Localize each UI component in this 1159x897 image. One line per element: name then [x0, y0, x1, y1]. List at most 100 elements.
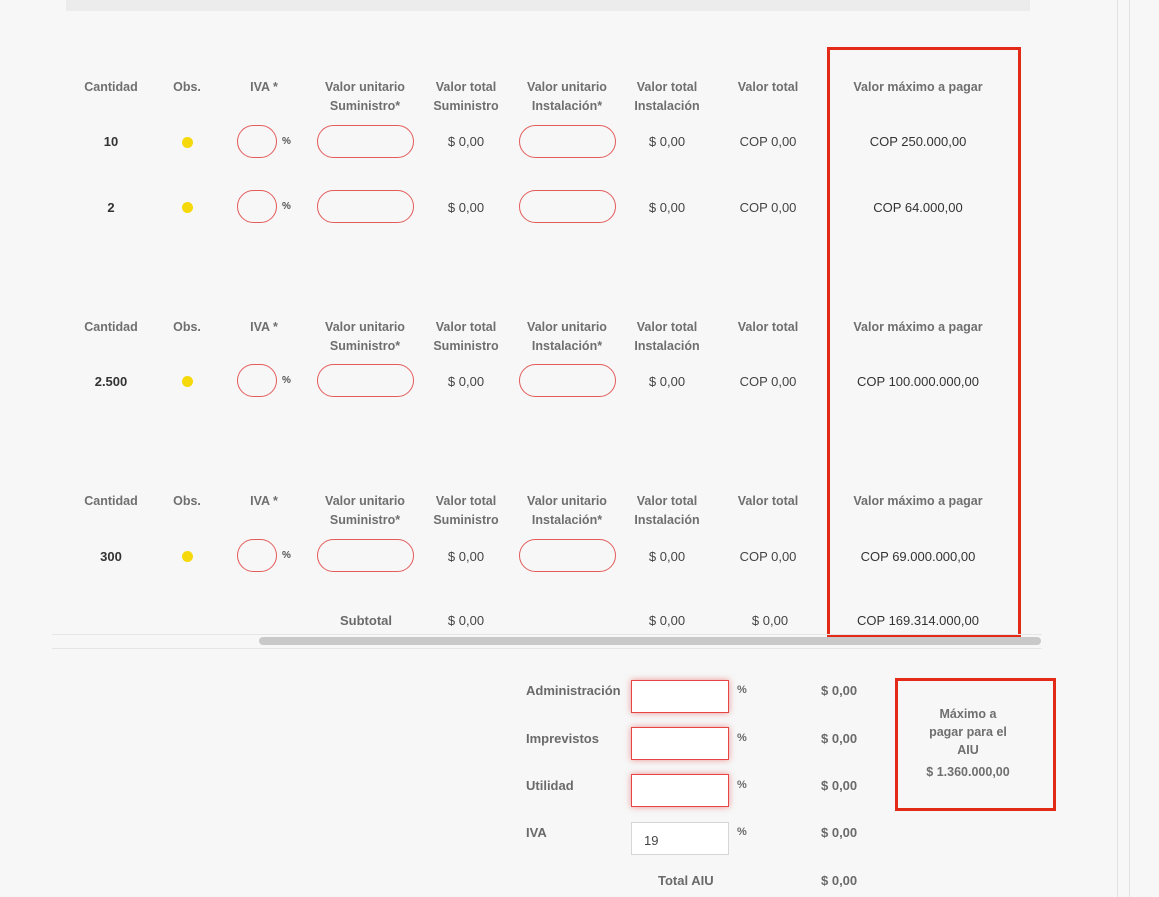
header-line: Valor unitario	[527, 80, 607, 94]
unit-value-installation-input[interactable]	[519, 190, 616, 223]
header-line: Suministro*	[329, 513, 401, 527]
header-line: Valor total	[636, 80, 698, 94]
header-valor-total: Valor total	[737, 494, 799, 508]
header-obs: Obs.	[173, 494, 201, 508]
unit-value-installation-input[interactable]	[519, 125, 616, 158]
total-aiu-label: Total AIU	[658, 873, 714, 888]
percent-label: %	[737, 779, 747, 791]
percent-label: %	[737, 826, 747, 838]
percent-label: %	[282, 550, 291, 561]
header-valor-unitario-instalacion: Valor unitario Instalación*	[518, 78, 616, 116]
header-valor-unitario-suministro: Valor unitario Suministro*	[316, 318, 414, 356]
horizontal-scrollbar[interactable]	[259, 637, 1041, 645]
header-line: Valor unitario	[325, 80, 405, 94]
total-value: COP 0,00	[739, 549, 797, 564]
imprevistos-label: Imprevistos	[526, 731, 599, 746]
iva-input[interactable]	[237, 125, 277, 158]
status-dot-icon	[182, 376, 193, 387]
table-divider	[52, 648, 1042, 649]
utilidad-input[interactable]	[631, 774, 729, 807]
header-line: Instalación*	[531, 513, 603, 527]
quantity-value: 10	[103, 134, 119, 149]
total-supply-value: $ 0,00	[447, 374, 485, 389]
header-valor-unitario-instalacion: Valor unitario Instalación*	[518, 492, 616, 530]
unit-value-supply-input[interactable]	[317, 125, 414, 158]
subtotal-total-value: $ 0,00	[751, 613, 789, 628]
quantity-value: 300	[100, 549, 122, 564]
header-line: Instalación	[634, 99, 700, 113]
subtotal-installation-value: $ 0,00	[648, 613, 686, 628]
percent-label: %	[737, 732, 747, 744]
status-dot-icon	[182, 202, 193, 213]
max-aiu-highlight	[895, 678, 1056, 811]
header-iva: IVA *	[250, 80, 278, 94]
total-value: COP 0,00	[739, 134, 797, 149]
header-valor-total-suministro: Valor total Suministro	[426, 492, 506, 530]
percent-label: %	[282, 136, 291, 147]
total-supply-value: $ 0,00	[447, 200, 485, 215]
unit-value-supply-input[interactable]	[317, 364, 414, 397]
total-installation-value: $ 0,00	[648, 374, 686, 389]
top-panel-edge	[66, 0, 1030, 11]
iva-input[interactable]	[237, 364, 277, 397]
administracion-input[interactable]	[631, 680, 729, 713]
total-installation-value: $ 0,00	[648, 200, 686, 215]
header-cantidad: Cantidad	[84, 494, 138, 508]
iva-label: IVA	[526, 825, 547, 840]
header-line: Valor total	[435, 80, 497, 94]
header-line: Valor unitario	[527, 320, 607, 334]
header-line: Instalación	[634, 339, 700, 353]
header-line: Instalación*	[531, 99, 603, 113]
header-line: Suministro	[433, 99, 499, 113]
header-iva: IVA *	[250, 494, 278, 508]
quantity-value: 2.500	[94, 374, 128, 389]
unit-value-supply-input[interactable]	[317, 539, 414, 572]
header-line: Suministro	[433, 513, 499, 527]
right-divider	[1129, 0, 1130, 897]
right-divider	[1117, 0, 1118, 897]
iva-input[interactable]	[237, 190, 277, 223]
unit-value-installation-input[interactable]	[519, 364, 616, 397]
total-value: COP 0,00	[739, 200, 797, 215]
imprevistos-input[interactable]	[631, 727, 729, 760]
header-line: Valor unitario	[325, 320, 405, 334]
administracion-value: $ 0,00	[821, 683, 858, 698]
total-aiu-value: $ 0,00	[821, 873, 858, 888]
header-valor-total-instalacion: Valor total Instalación	[627, 78, 707, 116]
header-valor-total-instalacion: Valor total Instalación	[627, 318, 707, 356]
header-line: Suministro	[433, 339, 499, 353]
percent-label: %	[737, 684, 747, 696]
header-line: Suministro*	[329, 99, 401, 113]
total-installation-value: $ 0,00	[648, 134, 686, 149]
header-line: Valor total	[435, 494, 497, 508]
utilidad-label: Utilidad	[526, 778, 574, 793]
total-supply-value: $ 0,00	[447, 549, 485, 564]
iva-input[interactable]	[237, 539, 277, 572]
header-line: Suministro*	[329, 339, 401, 353]
header-valor-total-instalacion: Valor total Instalación	[627, 492, 707, 530]
total-supply-value: $ 0,00	[447, 134, 485, 149]
unit-value-installation-input[interactable]	[519, 539, 616, 572]
header-line: Instalación*	[531, 339, 603, 353]
iva-aiu-input[interactable]: 19	[631, 822, 729, 855]
header-cantidad: Cantidad	[84, 320, 138, 334]
header-cantidad: Cantidad	[84, 80, 138, 94]
unit-value-supply-input[interactable]	[317, 190, 414, 223]
header-valor-total: Valor total	[737, 320, 799, 334]
quantity-value: 2	[107, 200, 115, 215]
max-column-highlight	[827, 47, 1021, 638]
table-divider	[52, 634, 1042, 635]
administracion-label: Administración	[526, 683, 621, 698]
iva-aiu-value: $ 0,00	[821, 825, 858, 840]
subtotal-supply-value: $ 0,00	[447, 613, 485, 628]
subtotal-label: Subtotal	[340, 613, 392, 628]
percent-label: %	[282, 201, 291, 212]
total-installation-value: $ 0,00	[648, 549, 686, 564]
header-line: Valor total	[435, 320, 497, 334]
header-valor-total: Valor total	[737, 80, 799, 94]
header-valor-unitario-suministro: Valor unitario Suministro*	[316, 78, 414, 116]
header-obs: Obs.	[173, 80, 201, 94]
percent-label: %	[282, 375, 291, 386]
status-dot-icon	[182, 137, 193, 148]
header-line: Valor total	[636, 320, 698, 334]
